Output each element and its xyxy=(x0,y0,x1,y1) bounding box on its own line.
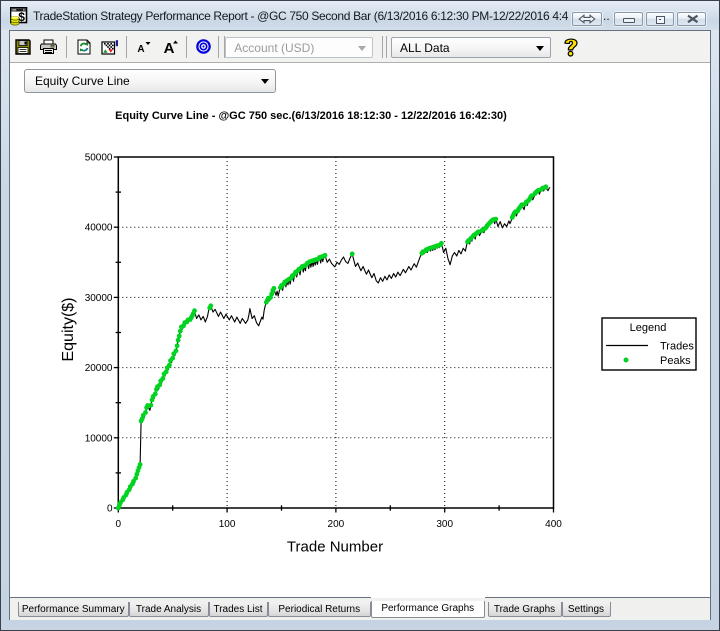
svg-text:0: 0 xyxy=(107,504,113,515)
svg-text:200: 200 xyxy=(328,519,345,530)
svg-text:100: 100 xyxy=(219,519,236,530)
svg-text:50000: 50000 xyxy=(85,153,113,164)
svg-text:Peaks: Peaks xyxy=(660,355,691,367)
svg-text:400: 400 xyxy=(545,519,562,530)
svg-text:Trade Number: Trade Number xyxy=(287,539,383,556)
svg-text:300: 300 xyxy=(436,519,453,530)
svg-text:20000: 20000 xyxy=(85,363,113,374)
svg-text:30000: 30000 xyxy=(85,293,113,304)
svg-text:Equity Curve Line - @GC 750 se: Equity Curve Line - @GC 750 sec.(6/13/20… xyxy=(115,110,507,122)
svg-text:40000: 40000 xyxy=(85,223,113,234)
svg-text:Equity($): Equity($) xyxy=(60,297,77,361)
svg-text:Legend: Legend xyxy=(630,322,667,334)
svg-text:Trades: Trades xyxy=(660,341,694,353)
svg-text:0: 0 xyxy=(116,519,122,530)
svg-text:10000: 10000 xyxy=(85,433,113,444)
